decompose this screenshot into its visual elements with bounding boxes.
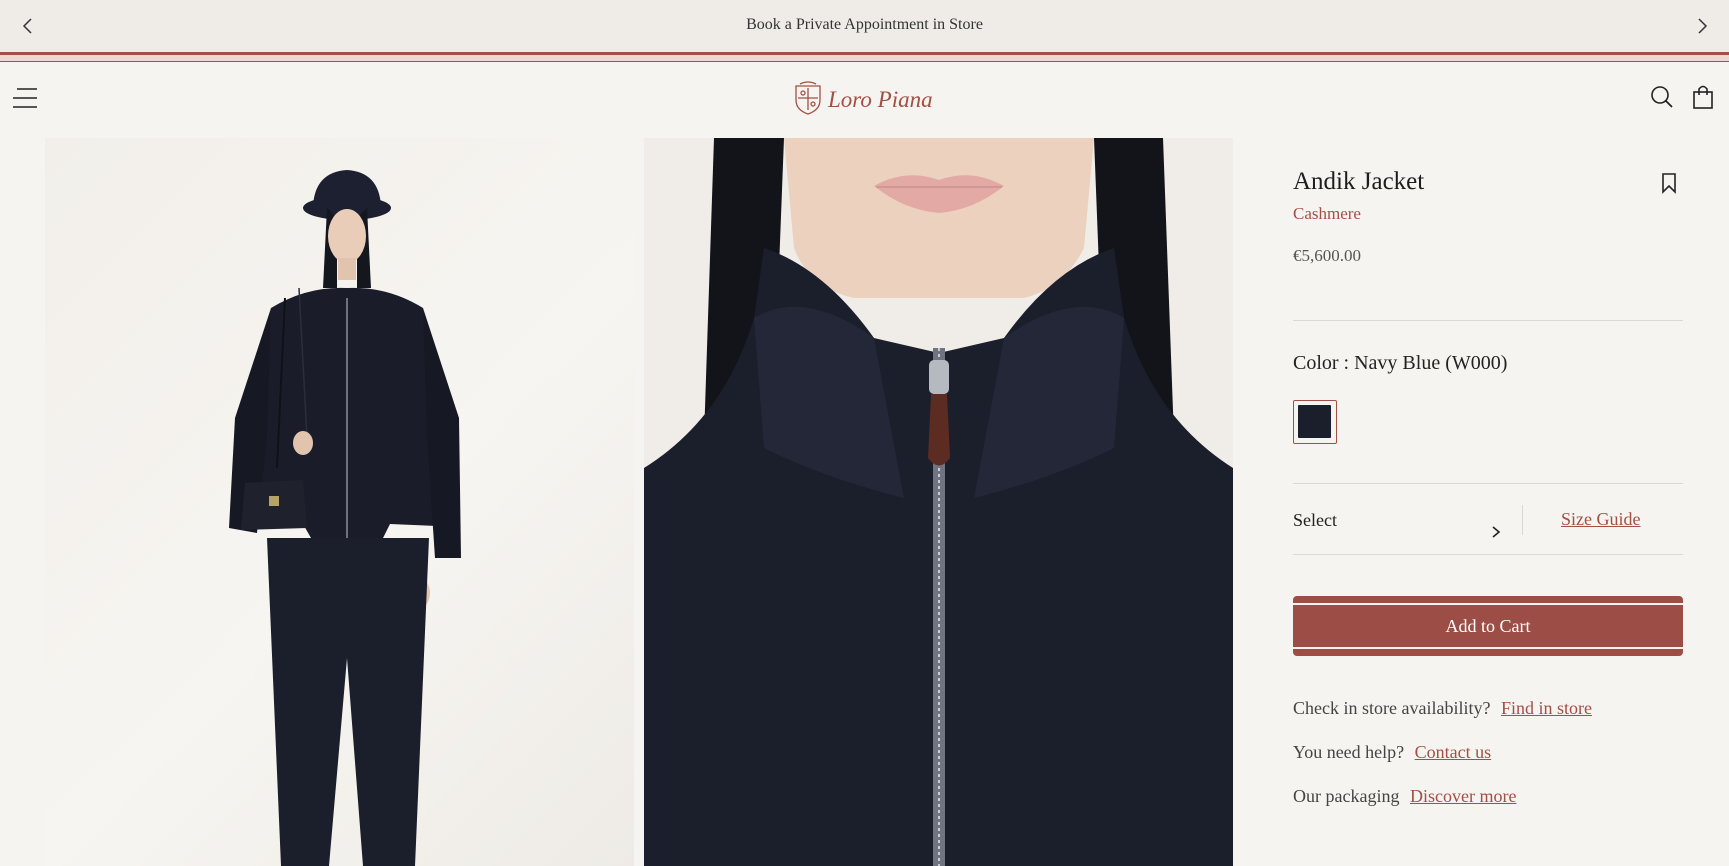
contact-us-link[interactable]: Contact us [1415, 742, 1492, 762]
product-image-collar-detail[interactable] [644, 138, 1233, 866]
search-icon[interactable] [1650, 85, 1674, 109]
find-in-store-link[interactable]: Find in store [1501, 698, 1592, 718]
shopping-bag-icon[interactable] [1692, 84, 1714, 110]
product-image-full-look[interactable] [45, 138, 634, 866]
menu-icon[interactable] [12, 86, 38, 110]
info-text: Check in store availability? [1293, 698, 1491, 718]
product-price: €5,600.00 [1293, 246, 1361, 265]
brand-logo[interactable]: Loro Piana [792, 80, 937, 116]
chevron-right-icon [1490, 513, 1502, 538]
info-text: Our packaging [1293, 786, 1400, 806]
divider [1293, 554, 1683, 555]
size-separator [1522, 505, 1523, 535]
color-label: Color : Navy Blue (W000) [1293, 352, 1508, 374]
site-header: Loro Piana [0, 62, 1729, 136]
size-select-label: Select [1293, 510, 1337, 530]
discover-more-link[interactable]: Discover more [1410, 786, 1516, 806]
promo-message[interactable]: Book a Private Appointment in Store [0, 16, 1729, 34]
bookmark-icon[interactable] [1661, 172, 1677, 194]
divider [1293, 320, 1683, 321]
color-swatch-navy[interactable] [1293, 400, 1337, 444]
info-text: You need help? [1293, 742, 1405, 762]
promo-bar: Book a Private Appointment in Store [0, 0, 1729, 62]
chevron-right-icon[interactable] [1690, 14, 1714, 38]
store-availability-line: Check in store availability? Find in sto… [1293, 698, 1592, 719]
help-line: You need help? Contact us [1293, 742, 1491, 763]
add-to-cart-button[interactable]: Add to Cart [1293, 596, 1683, 656]
size-select[interactable]: Select [1293, 500, 1521, 540]
divider [1293, 483, 1683, 484]
logo-wordmark: Loro Piana [827, 87, 933, 112]
product-title: Andik Jacket [1293, 168, 1425, 195]
crest-icon [795, 81, 821, 115]
product-material[interactable]: Cashmere [1293, 204, 1361, 224]
packaging-line: Our packaging Discover more [1293, 786, 1516, 807]
size-guide-link[interactable]: Size Guide [1561, 509, 1640, 530]
swatch-fill [1298, 405, 1331, 438]
